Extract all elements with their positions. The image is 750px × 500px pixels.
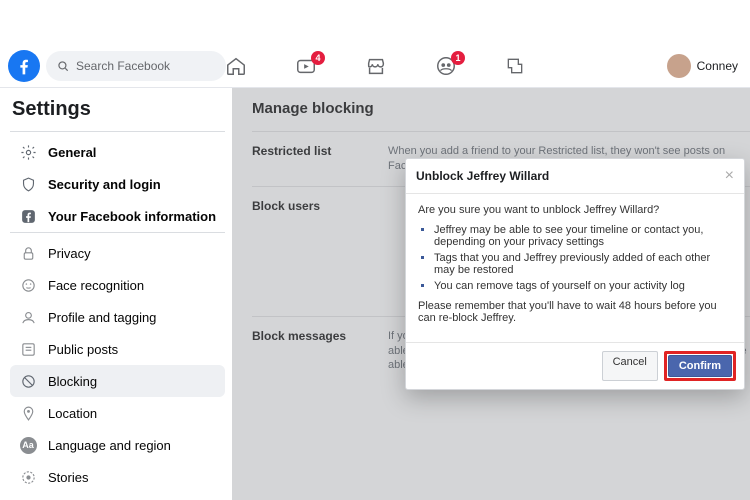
sidebar-item-label: Stories xyxy=(48,470,88,485)
sidebar-item-label: Your Facebook information xyxy=(48,209,216,224)
facebook-f-icon xyxy=(14,56,34,76)
nav-center: 4 1 xyxy=(225,44,525,88)
home-icon xyxy=(225,55,247,77)
sidebar-item-security[interactable]: Security and login xyxy=(10,168,225,200)
sidebar-item-face[interactable]: Face recognition xyxy=(10,269,225,301)
sidebar-item-blocking[interactable]: Blocking xyxy=(10,365,225,397)
sidebar-item-label: Language and region xyxy=(48,438,171,453)
gaming-icon xyxy=(505,56,525,76)
avatar xyxy=(667,54,691,78)
sidebar-divider xyxy=(10,232,225,233)
sidebar-item-your-info[interactable]: Your Facebook information xyxy=(10,200,225,232)
search-input-wrap[interactable]: Search Facebook xyxy=(46,51,226,81)
sidebar-item-general[interactable]: General xyxy=(10,136,225,168)
browser-spacer xyxy=(0,0,750,44)
dialog-note: Please remember that you'll have to wait… xyxy=(418,300,732,324)
sidebar-item-label: Privacy xyxy=(48,246,91,261)
dialog-footer: Cancel Confirm xyxy=(406,342,744,389)
sidebar-item-profile-tagging[interactable]: Profile and tagging xyxy=(10,301,225,333)
aa-icon: Aa xyxy=(18,435,38,455)
dialog-title: Unblock Jeffrey Willard xyxy=(416,169,549,183)
sidebar-title: Settings xyxy=(10,94,225,131)
marketplace-icon xyxy=(365,55,387,77)
pin-icon xyxy=(18,403,38,423)
nav-marketplace[interactable] xyxy=(365,55,387,77)
sidebar-item-label: Public posts xyxy=(48,342,118,357)
cancel-button[interactable]: Cancel xyxy=(602,351,658,381)
story-icon xyxy=(18,467,38,487)
block-icon xyxy=(18,371,38,391)
dialog-bullet: Tags that you and Jeffrey previously add… xyxy=(434,252,710,276)
sidebar-item-label: Face recognition xyxy=(48,278,144,293)
confirm-button[interactable]: Confirm xyxy=(668,355,732,377)
confirm-highlight: Confirm xyxy=(664,351,736,381)
user-icon xyxy=(18,307,38,327)
sidebar-item-label: Profile and tagging xyxy=(48,310,156,325)
sidebar-item-label: General xyxy=(48,145,96,160)
sidebar-item-language[interactable]: Aa Language and region xyxy=(10,429,225,461)
feed-icon xyxy=(18,339,38,359)
search-icon xyxy=(56,59,70,73)
groups-badge: 1 xyxy=(451,51,465,65)
nav-home[interactable] xyxy=(225,55,247,77)
nav-gaming[interactable] xyxy=(505,56,525,76)
dialog-header: Unblock Jeffrey Willard × xyxy=(406,159,744,194)
sidebar-item-label: Location xyxy=(48,406,97,421)
sidebar-item-label: Security and login xyxy=(48,177,161,192)
unblock-dialog: Unblock Jeffrey Willard × Are you sure y… xyxy=(405,158,745,390)
nav-watch[interactable]: 4 xyxy=(295,55,317,77)
dialog-bullet: Jeffrey may be able to see your timeline… xyxy=(434,224,703,248)
nav-groups[interactable]: 1 xyxy=(435,55,457,77)
watch-badge: 4 xyxy=(311,51,325,65)
face-icon xyxy=(18,275,38,295)
dialog-body: Are you sure you want to unblock Jeffrey… xyxy=(406,194,744,342)
shield-icon xyxy=(18,174,38,194)
sidebar-divider xyxy=(10,131,225,132)
gear-icon xyxy=(18,142,38,162)
profile-area[interactable]: Conney xyxy=(667,54,738,78)
dialog-prompt: Are you sure you want to unblock Jeffrey… xyxy=(418,204,732,216)
sidebar-item-public-posts[interactable]: Public posts xyxy=(10,333,225,365)
facebook-logo[interactable] xyxy=(8,50,40,82)
sidebar-item-stories[interactable]: Stories xyxy=(10,461,225,493)
close-icon[interactable]: × xyxy=(725,167,734,185)
lock-icon xyxy=(18,243,38,263)
sidebar-item-privacy[interactable]: Privacy xyxy=(10,237,225,269)
sidebar-item-label: Blocking xyxy=(48,374,97,389)
top-nav-bar: Search Facebook 4 1 Conney xyxy=(0,44,750,88)
dialog-bullet: You can remove tags of yourself on your … xyxy=(434,280,685,292)
search-placeholder: Search Facebook xyxy=(76,59,170,73)
sidebar: Settings General Security and login Your… xyxy=(0,88,232,500)
fb-square-icon xyxy=(18,206,38,226)
profile-name: Conney xyxy=(697,59,738,73)
sidebar-item-location[interactable]: Location xyxy=(10,397,225,429)
